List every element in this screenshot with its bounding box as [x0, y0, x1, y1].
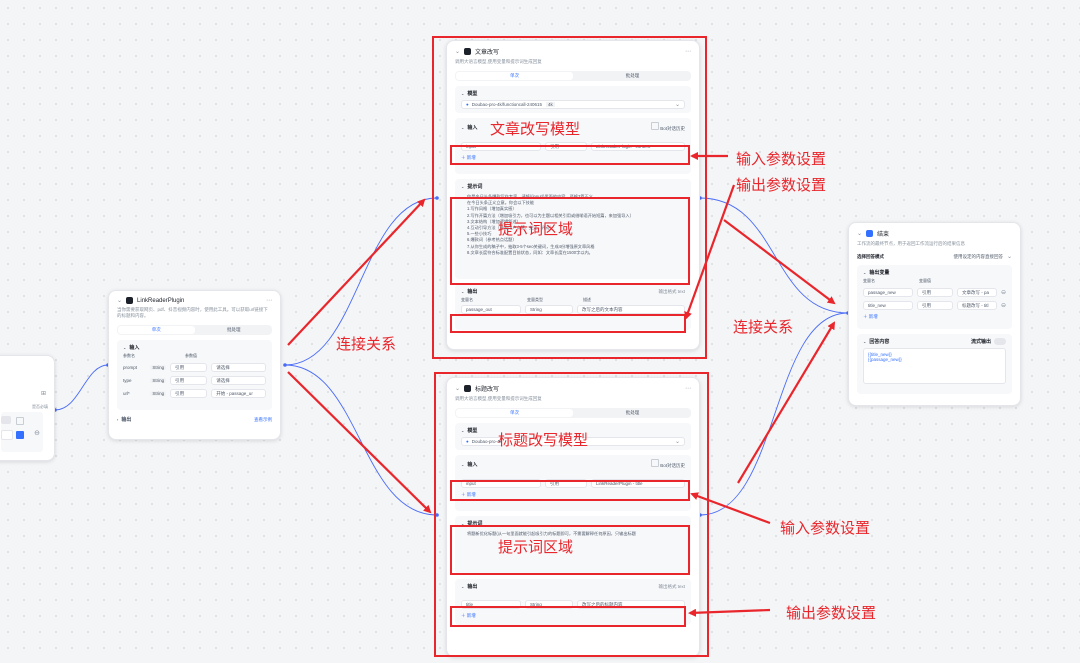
- title-input-highlight: [450, 480, 690, 501]
- annotation-title-prompt: 提示词区域: [498, 538, 574, 556]
- article-input-highlight: [450, 145, 690, 165]
- annotation-input-params-1: 输入参数设置: [736, 150, 827, 168]
- annotation-connect-left: 连接关系: [336, 335, 397, 353]
- title-output-highlight: [450, 606, 686, 627]
- annotation-article-prompt: 提示词区域: [498, 220, 574, 238]
- annotation-title-model: 标题改写模型: [498, 431, 589, 449]
- annotation-article-model: 文章改写模型: [490, 120, 581, 138]
- annotation-output-params-1: 输出参数设置: [736, 176, 827, 194]
- annotation-output-params-2: 输出参数设置: [786, 604, 877, 622]
- article-output-highlight: [450, 314, 686, 333]
- article-prompt-highlight: [450, 197, 690, 285]
- annotation-input-params-2: 输入参数设置: [780, 519, 871, 537]
- annotation-connect-right: 连接关系: [733, 318, 794, 336]
